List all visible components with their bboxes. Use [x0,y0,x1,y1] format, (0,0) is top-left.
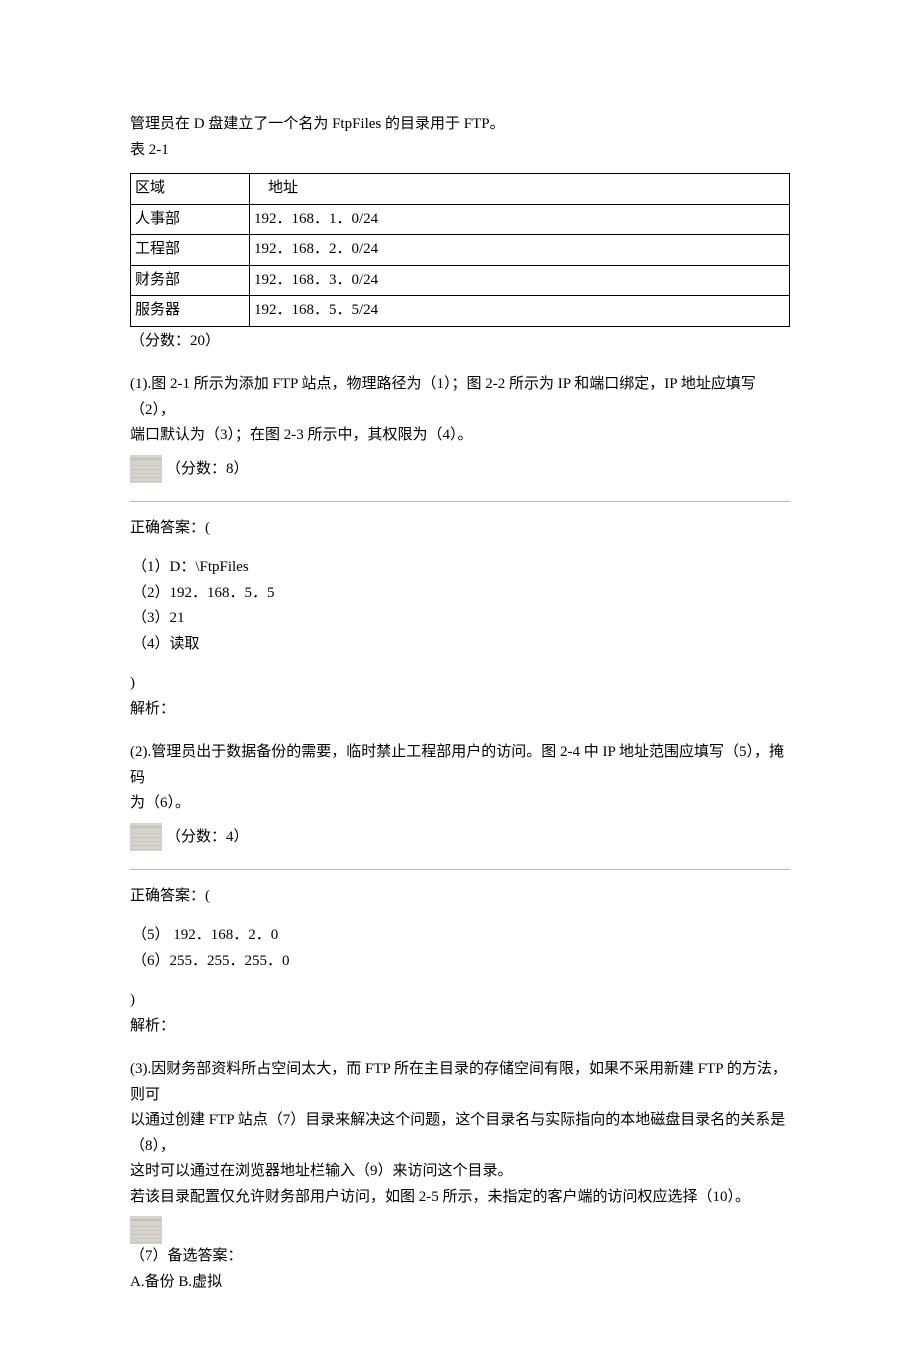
q3-option-label: （7）备选答案： [130,1244,790,1270]
q2-text-line2: 为（6）。 [130,791,790,817]
q2-analysis: 解析： [130,1014,790,1040]
q1-score: （分数：8） [166,457,249,483]
q1-answer-label: 正确答案：( [130,516,790,542]
q1-answer-2: （2）192．168．5．5 [130,581,790,607]
q1-close-paren: ) [130,671,790,697]
q2-answer-label: 正确答案：( [130,884,790,910]
figure-thumbnail-icon [130,455,162,483]
cell-region: 工程部 [131,235,250,266]
cell-region: 财务部 [131,265,250,296]
q2-text-line1: (2).管理员出于数据备份的需要，临时禁止工程部用户的访问。图 2-4 中 IP… [130,740,790,791]
q3-text-line2: 以通过创建 FTP 站点（7）目录来解决这个问题，这个目录名与实际指向的本地磁盘… [130,1108,790,1159]
cell-address: 192．168．1．0/24 [250,204,790,235]
q3-text-line1: (3).因财务部资料所占空间太大，而 FTP 所在主目录的存储空间有限，如果不采… [130,1057,790,1108]
document-page: 管理员在 D 盘建立了一个名为 FtpFiles 的目录用于 FTP。 表 2-… [0,0,920,1355]
table-header-row: 区域 地址 [131,174,790,205]
figure-thumbnail-icon [130,823,162,851]
table-row: 工程部 192．168．2．0/24 [131,235,790,266]
intro-line-2: 表 2-1 [130,138,790,164]
q2-answer-5: （5） 192．168．2．0 [130,923,790,949]
q2-answer-6: （6）255．255．255．0 [130,949,790,975]
score-main: （分数：20） [130,329,790,355]
cell-region: 人事部 [131,204,250,235]
separator [130,869,790,870]
q1-text-line2: 端口默认为（3）；在图 2-3 所示中，其权限为（4）。 [130,423,790,449]
q1-analysis: 解析： [130,697,790,723]
table-row: 财务部 192．168．3．0/24 [131,265,790,296]
region-address-table: 区域 地址 人事部 192．168．1．0/24 工程部 192．168．2．0… [130,173,790,327]
cell-address: 192．168．5．5/24 [250,296,790,327]
q3-options: A.备份 B.虚拟 [130,1270,790,1296]
q1-answer-3: （3）21 [130,606,790,632]
cell-address: 192．168．3．0/24 [250,265,790,296]
figure-thumbnail-icon [130,1216,162,1244]
table-header-address: 地址 [250,174,790,205]
cell-region: 服务器 [131,296,250,327]
q2-score: （分数：4） [166,825,249,851]
table-header-region: 区域 [131,174,250,205]
intro-line-1: 管理员在 D 盘建立了一个名为 FtpFiles 的目录用于 FTP。 [130,112,790,138]
q1-text-line1: (1).图 2-1 所示为添加 FTP 站点，物理路径为（1）；图 2-2 所示… [130,372,790,423]
separator [130,501,790,502]
question-2: (2).管理员出于数据备份的需要，临时禁止工程部用户的访问。图 2-4 中 IP… [130,740,790,1039]
q3-text-line4: 若该目录配置仅允许财务部用户访问，如图 2-5 所示，未指定的客户端的访问权应选… [130,1185,790,1211]
table-row: 人事部 192．168．1．0/24 [131,204,790,235]
q2-close-paren: ) [130,988,790,1014]
cell-address: 192．168．2．0/24 [250,235,790,266]
q3-text-line3: 这时可以通过在浏览器地址栏输入（9）来访问这个目录。 [130,1159,790,1185]
question-1: (1).图 2-1 所示为添加 FTP 站点，物理路径为（1）；图 2-2 所示… [130,372,790,722]
question-3: (3).因财务部资料所占空间太大，而 FTP 所在主目录的存储空间有限，如果不采… [130,1057,790,1295]
q1-answer-4: （4）读取 [130,632,790,658]
q1-answer-1: （1）D：\FtpFiles [130,555,790,581]
table-row: 服务器 192．168．5．5/24 [131,296,790,327]
